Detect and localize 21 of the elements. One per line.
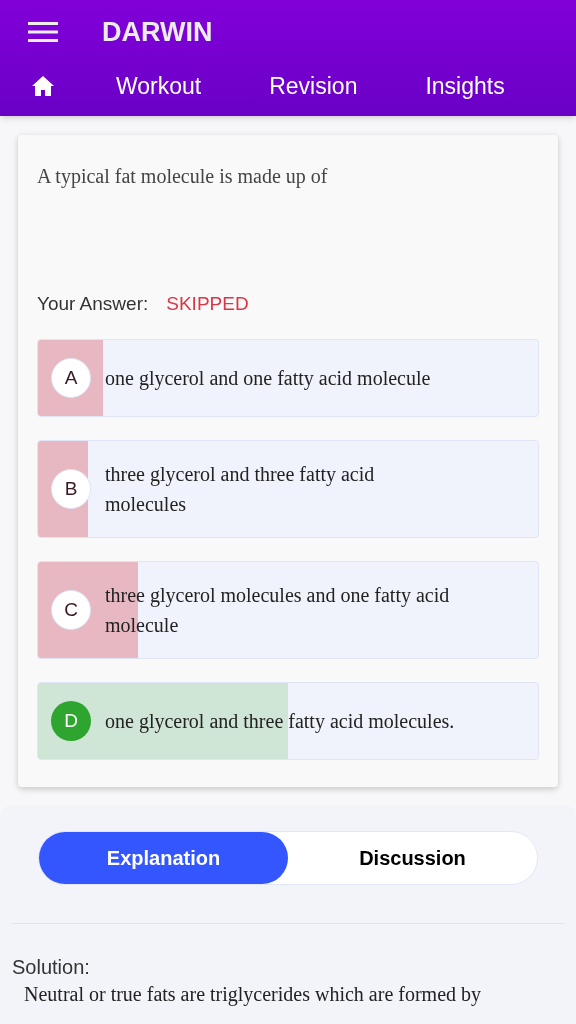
answer-option[interactable]: A one glycerol and one fatty acid molecule — [37, 339, 539, 417]
answer-label: Your Answer: — [37, 291, 149, 316]
answer-option[interactable]: B three glycerol and three fatty acid molecules — [37, 440, 539, 538]
answer-option[interactable]: C three glycerol molecules and one fatty acid molecule — [37, 561, 539, 659]
answer-status: SKIPPED — [166, 291, 249, 316]
option-text: three glycerol and three fatty acid molecules — [105, 462, 376, 517]
question-text: A typical fat molecule is made up of — [37, 164, 329, 190]
tab[interactable]: Discussion — [288, 832, 537, 884]
option-text: one glycerol and one fatty acid molecule — [105, 366, 431, 392]
option-text: one glycerol and three fatty acid molecules. — [105, 709, 455, 735]
app-title: DARWIN — [102, 15, 213, 49]
nav-tab[interactable]: Revision — [269, 68, 358, 104]
solution-text: Neutral or true fats are triglycerides which are formed by — [23, 982, 483, 1008]
tab[interactable]: Explanation — [39, 832, 288, 884]
nav-tab[interactable]: Workout — [116, 68, 202, 104]
nav-tab[interactable]: Insights — [425, 68, 505, 104]
solution-heading: Solution: — [12, 955, 91, 980]
answer-option[interactable]: D one glycerol and three fatty acid molecules. — [37, 682, 539, 760]
option-text: three glycerol molecules and one fatty acid molecule — [105, 583, 451, 638]
home-icon[interactable] — [32, 76, 54, 96]
menu-icon[interactable] — [28, 22, 58, 42]
